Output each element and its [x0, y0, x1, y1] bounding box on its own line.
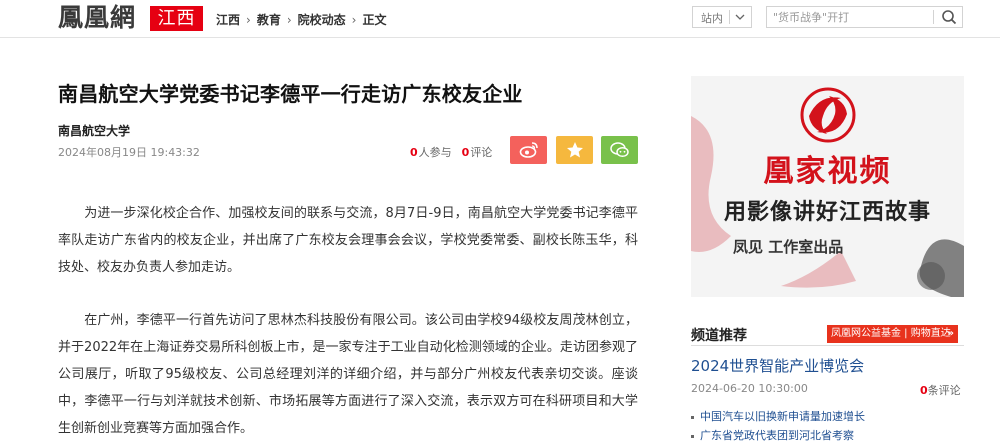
- search-divider: [933, 10, 934, 24]
- search-scope-select[interactable]: 站内: [692, 6, 752, 28]
- bullet-icon: [691, 434, 694, 438]
- charity-fund-link[interactable]: 凤凰网公益基金 | 购物直达 »: [827, 325, 958, 343]
- featured-article-date: 2024-06-20 10:30:00: [691, 382, 808, 395]
- featured-comments-label: 条评论: [927, 384, 961, 397]
- promo-title: 凰家视频: [763, 154, 892, 189]
- site-logo[interactable]: 鳳凰網: [58, 3, 136, 33]
- charity-fund-label: 凤凰网公益基金: [831, 328, 901, 339]
- comments-count[interactable]: 0: [462, 146, 470, 159]
- double-arrow-icon: »: [947, 328, 954, 339]
- channel-recommend-title: 频道推荐: [691, 328, 747, 344]
- list-item[interactable]: 广东省党政代表团到河北省考察: [691, 427, 964, 445]
- search-button[interactable]: [937, 8, 961, 26]
- bullet-icon: [691, 415, 694, 419]
- recommend-list: 中国汽车以旧换新申请量加速增长 广东省党政代表团到河北省考察: [691, 408, 964, 445]
- article-paragraph: 在广州，李德平一行首先访问了思林杰科技股份有限公司。该公司由学校94级校友周茂林…: [58, 313, 638, 436]
- participants-count[interactable]: 0: [410, 146, 418, 159]
- wechat-icon: [610, 142, 629, 158]
- top-bar: 鳳凰網 江西 江西 › 教育 › 院校动态 › 正文 站内: [0, 0, 1000, 38]
- breadcrumb-item-campus-news[interactable]: 院校动态: [298, 13, 346, 27]
- comments-label[interactable]: 评论: [470, 146, 492, 159]
- breadcrumb-item-education[interactable]: 教育: [257, 13, 281, 27]
- breadcrumb: 江西 › 教育 › 院校动态 › 正文: [216, 11, 387, 28]
- featured-article-link[interactable]: 2024世界智能产业博览会: [691, 355, 864, 376]
- promo-studio: 凤见 工作室出品: [733, 238, 844, 256]
- search-input[interactable]: [773, 9, 923, 25]
- article-stats: 0人参与 0评论: [410, 144, 492, 160]
- search-scope-label: 站内: [701, 12, 723, 25]
- featured-article-comments[interactable]: 0条评论: [920, 382, 961, 398]
- video-promo-banner[interactable]: 凰家视频 用影像讲好江西故事 凤见 工作室出品: [691, 76, 964, 297]
- breadcrumb-separator: ›: [351, 13, 357, 27]
- search-box: [766, 6, 963, 28]
- featured-comments-count: 0: [920, 384, 928, 397]
- shopping-link-label: 购物直达: [910, 328, 951, 339]
- select-divider: [729, 10, 730, 24]
- favorite-button[interactable]: [556, 136, 593, 164]
- article-date: 2024年08月19日 19:43:32: [58, 146, 200, 159]
- breadcrumb-separator: ›: [246, 13, 251, 27]
- participants-label[interactable]: 人参与: [419, 146, 452, 159]
- breadcrumb-item-jiangxi[interactable]: 江西: [216, 13, 240, 27]
- search-icon: [942, 10, 957, 25]
- weibo-icon: [519, 142, 538, 158]
- article-title: 南昌航空大学党委书记李德平一行走访广东校友企业: [58, 82, 523, 106]
- breadcrumb-item-article: 正文: [362, 13, 387, 27]
- article-source[interactable]: 南昌航空大学: [58, 122, 130, 139]
- region-logo[interactable]: 江西: [150, 6, 203, 31]
- list-item[interactable]: 中国汽车以旧换新申请量加速增长: [691, 408, 964, 427]
- chevron-down-icon: [735, 9, 745, 28]
- share-wechat-button[interactable]: [601, 136, 638, 164]
- article-paragraph: 为进一步深化校企合作、加强校友间的联系与交流，8月7日-9日，南昌航空大学党委书…: [58, 206, 638, 275]
- channel-recommend-header: 频道推荐 凤凰网公益基金 | 购物直达 »: [691, 322, 964, 346]
- star-icon: [567, 142, 583, 158]
- promo-slogan: 用影像讲好江西故事: [723, 199, 931, 225]
- share-weibo-button[interactable]: [510, 136, 547, 164]
- breadcrumb-separator: ›: [286, 13, 292, 27]
